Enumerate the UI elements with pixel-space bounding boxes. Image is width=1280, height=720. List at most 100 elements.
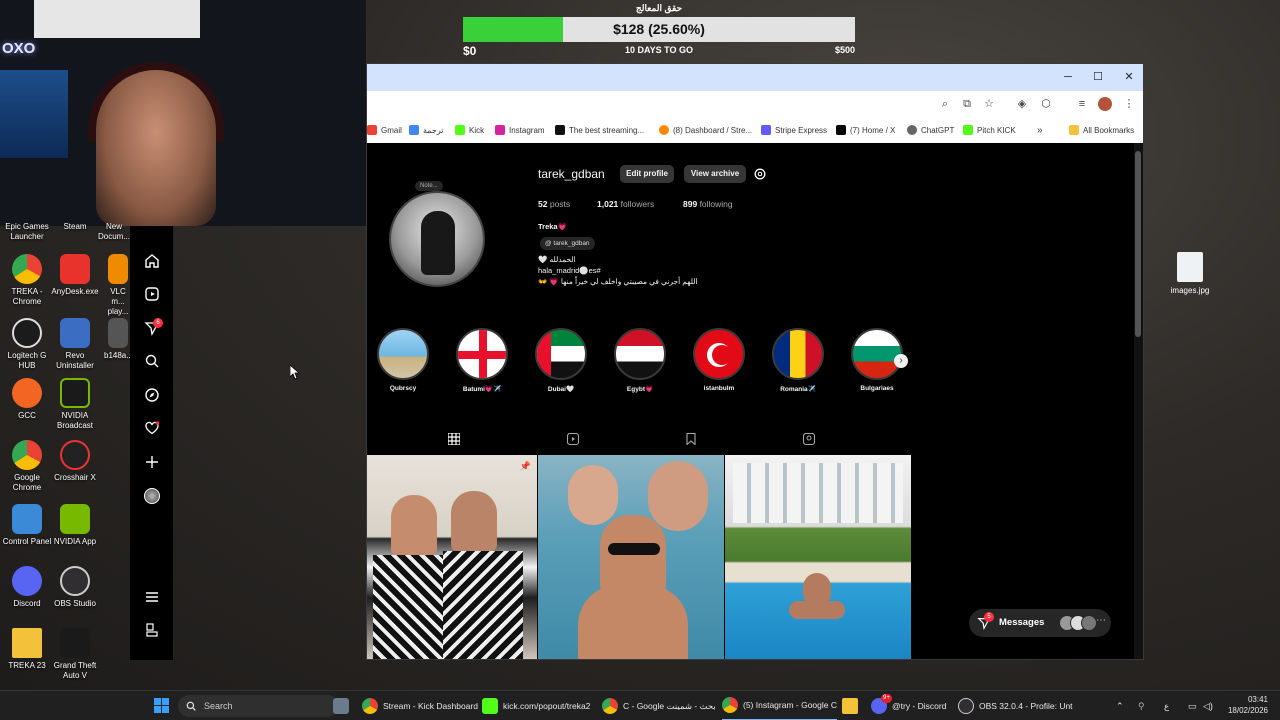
more-dots-icon: ⋯ [1096,615,1106,626]
maximize-button[interactable]: ☐ [1088,68,1108,86]
scrollbar-thumb[interactable] [1135,151,1141,337]
desktop-icon-logitech[interactable]: Logitech G HUB [0,318,54,371]
tagged-tab-icon[interactable] [803,433,815,445]
desktop-icon-discord[interactable]: Discord [0,566,54,609]
following-stat[interactable]: 899 following [683,199,733,209]
taskbar-item-kick-popout[interactable]: kick.com/popout/treka2 [482,691,590,720]
zoom-icon[interactable]: ⌕ [938,97,952,111]
desktop-icon-gcc[interactable]: GCC [0,378,54,421]
highlight-qubrscy[interactable]: Qubrscy [375,328,431,392]
taskbar-folder-app[interactable] [842,691,863,720]
desktop-icon-epic-games[interactable]: Epic Games Launcher [0,222,54,242]
desktop-icon-new-document[interactable]: New Docum... [96,222,132,242]
highlights-next-chevron-icon[interactable]: › [894,354,908,368]
bookmark-star-icon[interactable]: ☆ [982,97,996,111]
highlight-batumi[interactable]: Batumi💗✈️ [454,328,510,393]
instagram-sidebar: 6 [130,226,174,660]
microphone-icon[interactable]: ⚲ [1138,691,1145,720]
reels-tab-icon[interactable] [567,433,579,445]
desktop-icon-obs[interactable]: OBS Studio [48,566,102,609]
notifications-heart-icon[interactable] [144,420,160,436]
post-thumbnail-1[interactable]: 📌 [367,455,537,659]
install-app-icon[interactable]: ⧉ [960,97,974,111]
saved-tab-icon[interactable] [685,433,697,445]
also-from-meta-icon[interactable] [144,622,160,638]
explore-icon[interactable] [144,387,160,403]
media-control-icon[interactable]: ≡ [1075,97,1089,111]
close-button[interactable]: ✕ [1119,68,1139,86]
volume-icon[interactable]: ◁) [1203,691,1213,720]
profile-picture[interactable] [389,191,485,287]
taskbar-search[interactable]: Search [178,695,338,717]
threads-handle-badge[interactable]: @ tarek_gdban [540,237,595,250]
bookmark-chatgpt[interactable]: ChatGPT [907,125,954,135]
desktop-icon-gta-v[interactable]: Grand Theft Auto V [48,628,102,681]
desktop-icon-steam[interactable]: Steam [48,222,102,232]
view-archive-button[interactable]: View archive [684,165,746,183]
minimize-button[interactable]: ─ [1058,68,1078,86]
taskbar-item-kick-dashboard[interactable]: Stream - Kick Dashboard [362,691,478,720]
taskbar-item-obs[interactable]: OBS 32.0.4 - Profile: Unt [958,691,1073,720]
all-bookmarks[interactable]: All Bookmarks [1069,125,1134,135]
highlight-istanbul[interactable]: istanbulm [691,328,747,392]
taskbar-file-explorer-app[interactable] [333,691,354,720]
messages-button[interactable]: 5 Messages ⋯ [969,609,1111,637]
windows-start-icon[interactable] [154,698,169,713]
highlight-egypt[interactable]: Egybt💗 [612,328,668,393]
chrome-menu-icon[interactable]: ⋮ [1122,97,1136,111]
page-scrollbar[interactable] [1134,143,1143,659]
desktop-icon-nvidia-app[interactable]: NVIDIA App [48,504,102,547]
post-thumbnail-3[interactable] [725,455,911,659]
bookmark-dashboard[interactable]: (8) Dashboard / Stre... [659,125,752,135]
desktop-icon-nvidia-broadcast[interactable]: NVIDIA Broadcast [48,378,102,431]
taskbar-item-instagram[interactable]: (5) Instagram - Google C [722,691,838,720]
desktop-icon-crosshair[interactable]: Crosshair X [48,440,102,483]
bookmark-gmail[interactable]: Gmail [367,125,402,135]
bookmark-pitch-kick[interactable]: Pitch KICK [963,125,1016,135]
bookmark-kick[interactable]: Kick [455,125,484,135]
note-bubble[interactable]: Note... [415,181,443,191]
desktop-icon-revo[interactable]: Revo Uninstaller [48,318,102,371]
taskbar-item-google-search[interactable]: C - Google بحث - شمينت [602,691,716,720]
search-icon[interactable] [144,353,160,369]
followers-stat[interactable]: 1,021 followers [597,199,654,209]
bookmarks-more-chevron[interactable]: » [1037,125,1043,136]
menu-hamburger-icon[interactable] [144,589,160,605]
bookmark-instagram[interactable]: Instagram [495,125,545,135]
desktop-file-images[interactable]: images.jpg [1170,252,1210,295]
highlight-romania[interactable]: Romania✈️ [770,328,826,393]
bookmark-stripe[interactable]: Stripe Express [761,125,827,135]
desktop-icon-control-panel[interactable]: Control Panel [0,504,54,547]
tray-overflow-chevron-icon[interactable]: ⌃ [1116,691,1124,720]
bookmark-x[interactable]: (7) Home / X [836,125,895,135]
post-thumbnail-2[interactable] [538,455,724,659]
bookmark-translate[interactable]: ترجمة [409,125,444,135]
bookmark-label: All Bookmarks [1083,125,1135,135]
profile-avatar-icon[interactable] [1098,97,1112,111]
desktop-icon-treka-chrome[interactable]: TREKA - Chrome [0,254,54,307]
input-language-indicator[interactable]: ع [1164,691,1169,720]
bookmark-streaming[interactable]: The best streaming... [555,125,644,135]
extension-icon[interactable]: ◈ [1015,97,1029,111]
puzzle-icon[interactable]: ⬡ [1039,97,1053,111]
desktop-icon-treka-folder[interactable]: TREKA 23 [0,628,54,671]
reels-icon[interactable] [144,286,160,302]
posts-grid-tab-icon[interactable] [448,433,460,445]
create-icon[interactable] [144,454,160,470]
network-icon[interactable]: ▭ [1188,691,1197,720]
desktop-icon-google-chrome[interactable]: Google Chrome [0,440,54,493]
desktop-icon-label: Crosshair X [54,473,96,482]
following-count: 899 [683,199,698,209]
profile-avatar-icon[interactable] [144,488,160,504]
chatgpt-icon [907,125,917,135]
desktop-icon-vlc[interactable]: VLC m... play... [104,254,132,317]
desktop-icon-b148a[interactable]: b148a... [104,318,133,361]
system-clock[interactable]: 03:41 18/02/2026 [1222,694,1268,716]
home-icon[interactable] [144,253,160,269]
followers-count: 1,021 [597,199,619,209]
desktop-icon-anydesk[interactable]: AnyDesk.exe [48,254,102,297]
nvidia-broadcast-icon [60,378,90,408]
edit-profile-button[interactable]: Edit profile [620,165,674,183]
settings-gear-icon[interactable] [753,167,767,181]
highlight-dubai[interactable]: Dubai🤍 [533,328,589,393]
